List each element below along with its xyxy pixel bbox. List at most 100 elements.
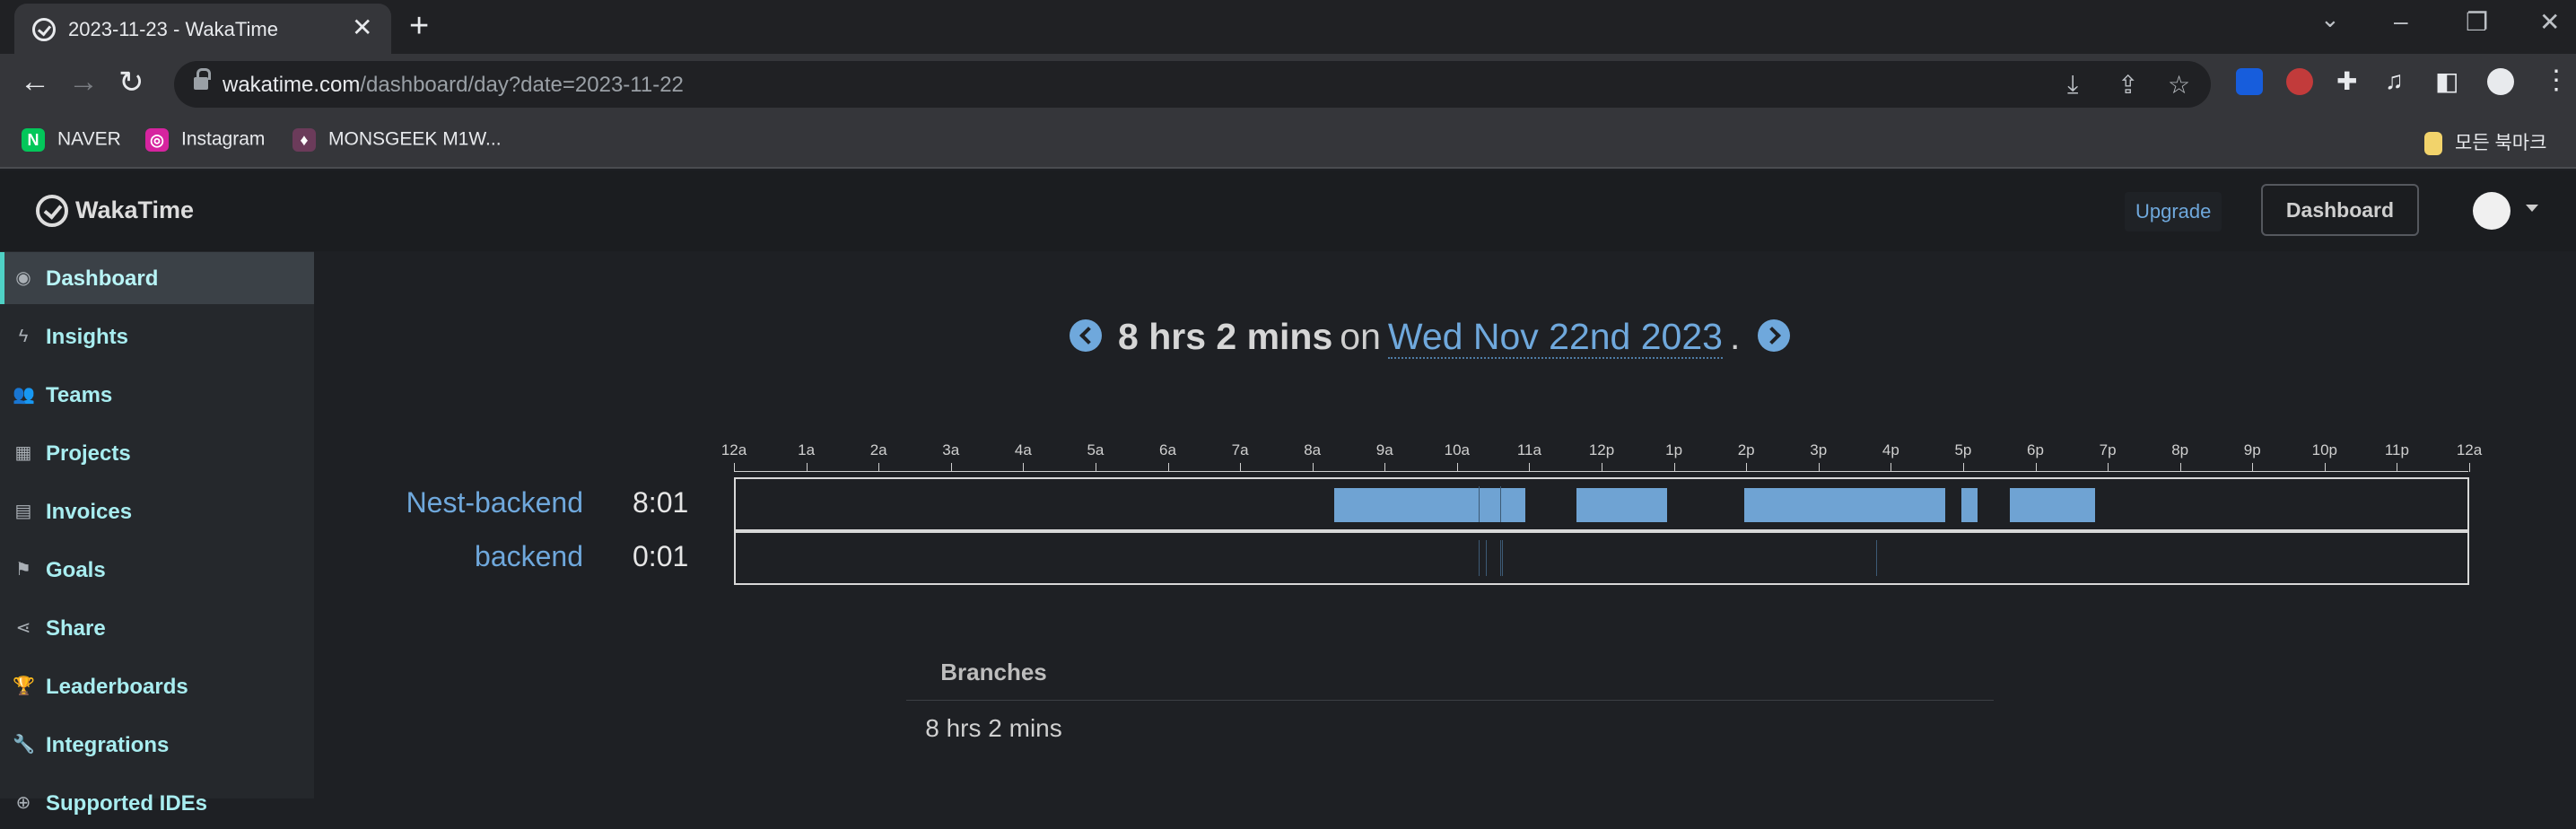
hour-label: 10a <box>1444 441 1471 458</box>
hour-label: 4a <box>1014 441 1032 458</box>
period-text: . <box>1729 316 1741 357</box>
sidebar-item-teams[interactable]: 👥 Teams <box>0 369 314 421</box>
sidebar-item-dashboard[interactable]: ◉ Dashboard <box>0 252 314 304</box>
hour-label: 12a <box>720 441 747 458</box>
sidepanel-icon[interactable]: ◧ <box>2435 66 2458 96</box>
install-icon[interactable]: ⤓ <box>2067 70 2078 100</box>
hour-label: 12p <box>1588 441 1615 458</box>
sidebar-item-label: Teams <box>46 383 113 407</box>
naver-icon: N <box>22 128 45 152</box>
sidebar-item-label: Insights <box>46 325 129 349</box>
axis-tick <box>2469 463 2470 472</box>
hour-label: 2a <box>869 441 887 458</box>
sidebar-item-insights[interactable]: ϟ Insights <box>0 310 314 362</box>
folder-icon <box>2424 132 2442 156</box>
lock-icon <box>194 68 211 90</box>
user-avatar[interactable] <box>2473 192 2511 230</box>
dashboard-icon: ◉ <box>15 268 31 288</box>
hour-label: 2p <box>1737 441 1755 458</box>
bookmark-star-icon[interactable]: ☆ <box>2168 70 2190 100</box>
branches-divider <box>906 700 1994 701</box>
share-page-icon[interactable]: ⇪ <box>2118 70 2138 100</box>
hour-label: 1a <box>798 441 816 458</box>
address-bar[interactable]: wakatime.com/dashboard/day?date=2023-11-… <box>174 61 2211 108</box>
branches-title: Branches <box>940 659 1047 685</box>
on-text: on <box>1340 316 1381 357</box>
project-time: 8:01 <box>633 486 689 519</box>
activity-mark <box>1500 486 1502 522</box>
sidebar-item-leaderboards[interactable]: 🏆 Leaderboards <box>0 660 314 712</box>
caret-down-icon[interactable] <box>2526 205 2538 212</box>
bitwarden-icon[interactable] <box>2236 68 2263 95</box>
media-icon[interactable]: ♫ <box>2385 66 2404 95</box>
menu-icon[interactable]: ⋮ <box>2543 65 2570 96</box>
tab-search-icon[interactable]: ⌄ <box>2320 5 2340 33</box>
wrench-icon: 🔧 <box>13 735 35 755</box>
sidebar-item-label: Dashboard <box>46 266 159 291</box>
sidebar-item-label: Integrations <box>46 733 170 757</box>
reload-icon[interactable]: ↻ <box>118 65 144 100</box>
sidebar-item-projects[interactable]: ▦ Projects <box>0 427 314 479</box>
sidebar-item-label: Projects <box>46 441 131 466</box>
main-content: 8 hrs 2 mins on Wed Nov 22nd 2023. 12a 1a 2a… <box>314 251 2576 798</box>
activity-mark <box>1876 540 1878 576</box>
browser-tab[interactable]: 2023-11-23 - WakaTime ✕ <box>14 4 391 54</box>
bookmark-monsgeek[interactable]: ♦ MONSGEEK M1W... <box>293 128 502 152</box>
activity-mark <box>1486 540 1488 576</box>
bookmark-naver[interactable]: N NAVER <box>22 128 121 152</box>
instagram-icon: ◎ <box>145 128 169 152</box>
bolt-icon: ϟ <box>18 327 29 346</box>
sidebar-item-label: Share <box>46 616 106 641</box>
next-day-icon[interactable] <box>1758 319 1791 353</box>
upgrade-link[interactable]: Upgrade <box>2125 192 2222 231</box>
sidebar-item-label: Leaderboards <box>46 675 188 699</box>
hour-label: 3a <box>942 441 960 458</box>
sidebar-item-label: Goals <box>46 558 106 582</box>
dashboard-button[interactable]: Dashboard <box>2261 184 2419 236</box>
minimize-icon[interactable]: – <box>2394 7 2408 36</box>
logo-text[interactable]: WakaTime <box>75 196 194 224</box>
activity-segment[interactable] <box>1961 488 1978 522</box>
previous-day-icon[interactable] <box>1070 319 1102 353</box>
wakatime-favicon-icon <box>32 18 56 41</box>
grid-icon: ▦ <box>14 443 32 463</box>
restore-icon[interactable]: ❐ <box>2466 7 2488 37</box>
sidebar: ◉ Dashboard ϟ Insights 👥 Teams ▦ Projects ▤ Invoi… <box>0 251 314 816</box>
hour-label: 8p <box>2171 441 2189 458</box>
forward-icon[interactable]: → <box>68 65 99 100</box>
hour-label: 1p <box>1665 441 1683 458</box>
project-name-link[interactable]: Nest-backend <box>314 486 583 519</box>
activity-mark <box>1479 540 1480 576</box>
tab-close-icon[interactable]: ✕ <box>352 14 372 41</box>
back-icon[interactable]: ← <box>20 65 50 100</box>
sidebar-item-integrations[interactable]: 🔧 Integrations <box>0 719 314 771</box>
activity-segment[interactable] <box>1743 488 1945 522</box>
axis-line <box>734 471 2468 472</box>
all-bookmarks[interactable]: 모든 북마크 <box>2424 128 2546 156</box>
hour-label: 12a <box>2456 441 2483 458</box>
sidebar-item-invoices[interactable]: ▤ Invoices <box>0 485 314 537</box>
bookmark-instagram[interactable]: ◎ Instagram <box>145 128 265 152</box>
activity-segment[interactable] <box>1576 488 1667 522</box>
sidebar-item-share[interactable]: ⋖ Share <box>0 602 314 654</box>
wakatime-logo-icon[interactable] <box>36 195 68 227</box>
timeline-row <box>734 531 2469 585</box>
new-tab-button[interactable]: + <box>409 9 429 43</box>
hour-label: 11a <box>1516 441 1541 458</box>
profile-avatar[interactable] <box>2487 68 2514 95</box>
trophy-icon: 🏆 <box>13 676 35 696</box>
extension-icon[interactable] <box>2286 68 2313 95</box>
total-duration: 8 hrs 2 mins <box>1118 316 1333 357</box>
sidebar-item-supported-ides[interactable]: ⊕ Supported IDEs <box>0 777 314 829</box>
puzzle-icon[interactable]: ✚ <box>2336 66 2357 96</box>
project-name-link[interactable]: backend <box>314 540 583 573</box>
hour-label: 11p <box>2384 441 2409 458</box>
hour-label: 6a <box>1159 441 1176 458</box>
hour-label: 8a <box>1304 441 1322 458</box>
window-close-icon[interactable]: ✕ <box>2539 7 2560 37</box>
activity-segment[interactable] <box>2010 488 2096 522</box>
hour-label: 5a <box>1087 441 1105 458</box>
activity-segment[interactable] <box>1333 488 1526 522</box>
date-picker-link[interactable]: Wed Nov 22nd 2023 <box>1387 316 1723 359</box>
sidebar-item-goals[interactable]: ⚑ Goals <box>0 544 314 596</box>
